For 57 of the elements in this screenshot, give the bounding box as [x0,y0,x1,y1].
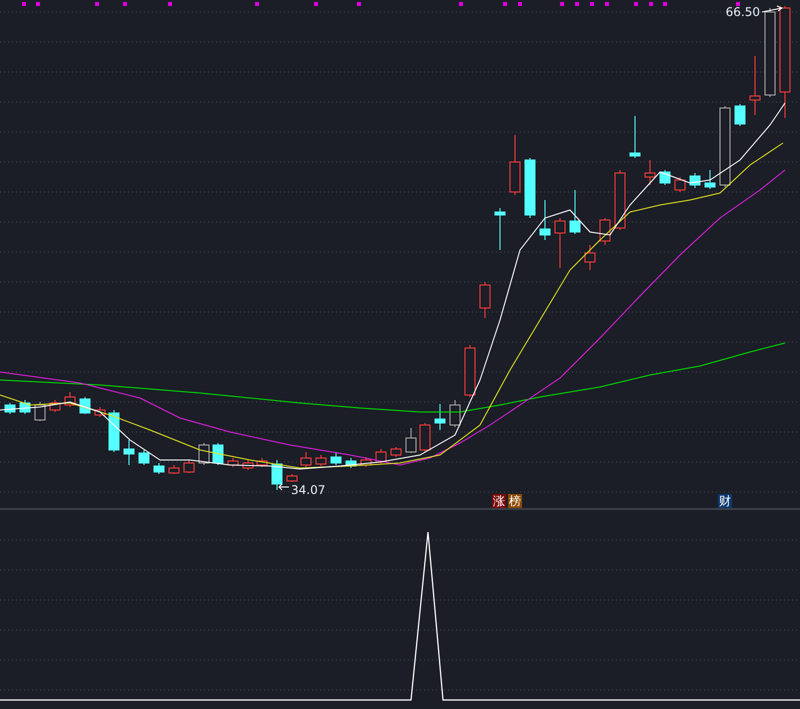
candlestick [300,452,312,468]
candlestick [228,458,238,468]
low-price-label: 34.07 [291,483,326,497]
candlestick [4,402,16,414]
candlestick [554,218,566,268]
candlestick [108,410,120,452]
candlestick [450,400,460,428]
candlestick [704,170,716,190]
candlestick [494,208,506,250]
candlestick [406,428,416,454]
candlestick [734,104,746,126]
event-marker: 财 [718,494,732,508]
candlestick [242,460,254,470]
candlestick [346,458,356,468]
candlestick [540,200,550,240]
candlestick [660,170,670,186]
candlestick [50,400,60,412]
candlestick [750,56,760,116]
candlestick [464,344,476,398]
candlestick [34,402,46,422]
candlestick [630,116,640,158]
event-marker: 榜 [508,494,522,508]
candlestick [614,170,626,230]
candlestick [154,462,164,474]
candlestick [376,448,386,464]
candlestick [390,446,402,458]
candlestick [584,244,596,270]
candlestick [212,442,224,466]
candlestick [184,460,194,474]
candlestick [360,456,372,468]
candlestick [420,422,430,452]
candlestick [316,454,326,466]
candlestick [64,392,76,408]
candlestick [138,450,150,466]
candlestick [674,176,686,192]
candlestick [124,440,134,466]
candlestick [94,406,106,418]
candlestick [690,172,700,188]
leader-arrow [762,6,784,12]
candlestick [256,458,268,468]
high-price-label: 66.50 [726,5,760,19]
leader-arrow [278,484,290,490]
event-marker: 涨 [492,494,506,508]
candlestick [330,452,342,466]
candlestick [570,190,580,234]
candlestick [600,218,610,246]
candlestick [524,158,536,218]
candlestick [80,396,90,414]
candlestick [644,160,656,186]
candlestick [272,460,282,490]
candlestick [434,404,446,430]
candlestick [198,442,210,466]
candlestick [510,134,520,196]
candlestick [480,282,490,318]
candlestick [286,474,298,482]
candlestick [20,400,30,414]
candlestick [168,464,180,474]
